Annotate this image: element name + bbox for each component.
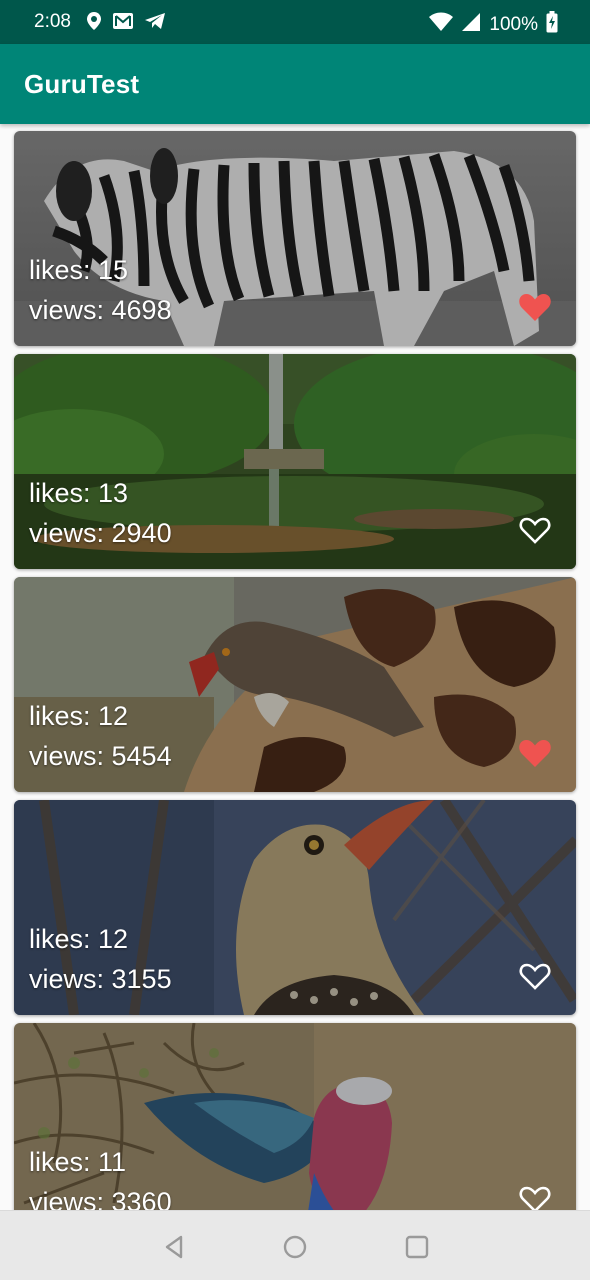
signal-icon bbox=[461, 12, 481, 37]
views-count: views: 3360 bbox=[29, 1187, 172, 1210]
likes-count: likes: 11 bbox=[29, 1147, 127, 1177]
like-heart-outline-icon[interactable] bbox=[518, 960, 552, 992]
photo-overlay bbox=[14, 1023, 576, 1210]
status-time: 2:08 bbox=[34, 11, 71, 32]
photo-card[interactable]: likes: 11 views: 3360 bbox=[14, 1023, 576, 1210]
views-count: views: 3155 bbox=[29, 964, 172, 994]
photo-card[interactable]: likes: 12 views: 3155 bbox=[14, 800, 576, 1015]
views-count: views: 2940 bbox=[29, 518, 172, 548]
telegram-icon bbox=[144, 12, 166, 35]
status-system-icons: 100% bbox=[429, 11, 558, 38]
photo-feed[interactable]: likes: 15 views: 4698 likes: 13 views: 2… bbox=[0, 124, 590, 1210]
like-heart-filled-icon[interactable] bbox=[518, 737, 552, 769]
like-heart-outline-icon[interactable] bbox=[518, 514, 552, 546]
wifi-icon bbox=[429, 12, 454, 37]
photo-card[interactable]: likes: 12 views: 5454 bbox=[14, 577, 576, 792]
photo-card[interactable]: likes: 15 views: 4698 bbox=[14, 131, 576, 346]
views-count: views: 4698 bbox=[29, 295, 172, 325]
like-heart-outline-icon[interactable] bbox=[518, 1183, 552, 1210]
likes-count: likes: 12 bbox=[29, 701, 129, 731]
status-notification-icons bbox=[86, 11, 166, 36]
gmail-icon bbox=[112, 12, 134, 35]
app-bar: GuruTest bbox=[0, 44, 590, 124]
views-count: views: 5454 bbox=[29, 741, 172, 771]
like-heart-filled-icon[interactable] bbox=[518, 291, 552, 323]
app-title: GuruTest bbox=[24, 69, 140, 99]
photo-card[interactable]: likes: 13 views: 2940 bbox=[14, 354, 576, 569]
battery-charging-icon bbox=[546, 11, 558, 38]
likes-count: likes: 13 bbox=[29, 478, 129, 508]
back-icon[interactable] bbox=[159, 1231, 191, 1263]
likes-count: likes: 15 bbox=[29, 255, 129, 285]
system-navigation-bar bbox=[0, 1210, 590, 1280]
home-icon[interactable] bbox=[279, 1231, 311, 1263]
likes-count: likes: 12 bbox=[29, 924, 129, 954]
recents-icon[interactable] bbox=[401, 1231, 433, 1263]
battery-percent: 100% bbox=[489, 13, 538, 35]
location-pin-icon bbox=[86, 11, 102, 36]
status-bar: 2:08 100% bbox=[0, 0, 590, 44]
